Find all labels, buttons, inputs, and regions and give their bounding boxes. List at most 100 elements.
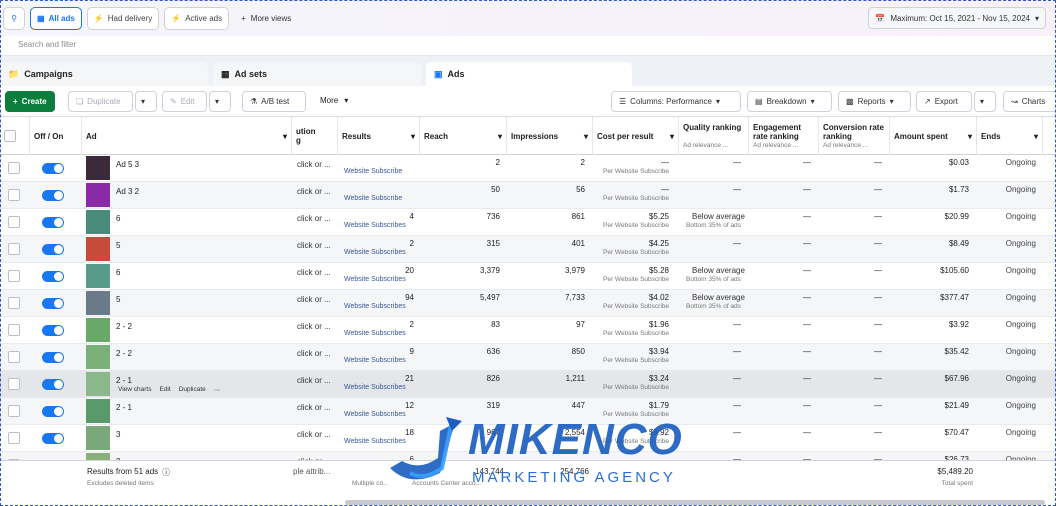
table-row[interactable]: Ad 3 2 click or ... Website Subscribe 50 56 —… xyxy=(0,182,1056,209)
edit-link[interactable]: Edit xyxy=(159,386,170,396)
result-type[interactable]: Website Subscribes xyxy=(340,274,420,288)
col-ends[interactable]: Ends ▾ xyxy=(977,117,1043,155)
ad-thumbnail[interactable] xyxy=(86,345,110,369)
more-views-button[interactable]: + More views xyxy=(241,14,291,23)
edit-dropdown[interactable]: ▾ xyxy=(209,91,231,112)
result-type[interactable]: Website Subscribes xyxy=(340,301,420,315)
ad-name[interactable]: Ad 5 3 xyxy=(112,155,290,182)
delivery-toggle[interactable] xyxy=(42,379,64,390)
ad-name[interactable]: 6 xyxy=(112,263,290,290)
edit-button[interactable]: ✎ Edit xyxy=(162,91,207,112)
col-off-on[interactable]: Off / On xyxy=(30,117,82,155)
delivery-toggle[interactable] xyxy=(42,325,64,336)
result-type[interactable]: Website Subscribes xyxy=(340,355,420,369)
tab-ad-sets[interactable]: ▦ Ad sets xyxy=(213,62,421,86)
ad-thumbnail[interactable] xyxy=(86,318,110,342)
ab-test-button[interactable]: ⚗ A/B test xyxy=(242,91,306,112)
delivery-toggle[interactable] xyxy=(42,217,64,228)
col-quality-ranking[interactable]: Quality ranking Ad relevance ... xyxy=(679,117,749,155)
ad-name[interactable]: Ad 3 2 xyxy=(112,182,290,209)
delivery-toggle[interactable] xyxy=(42,190,64,201)
duplicate-button[interactable]: ❏ Duplicate xyxy=(68,91,133,112)
date-range-picker[interactable]: 📅 Maximum: Oct 15, 2021 - Nov 15, 2024 ▾ xyxy=(868,7,1046,29)
reports-button[interactable]: ▩ Reports ▾ xyxy=(838,91,911,112)
row-checkbox[interactable] xyxy=(8,243,20,255)
info-icon[interactable]: ⓘ xyxy=(162,467,170,478)
row-checkbox[interactable] xyxy=(8,270,20,282)
result-type[interactable]: Website Subscribes xyxy=(340,247,420,261)
row-checkbox[interactable] xyxy=(8,297,20,309)
view-charts-link[interactable]: View charts xyxy=(118,386,151,396)
more-button[interactable]: More ▾ xyxy=(320,96,348,105)
search-input[interactable]: Search and filter xyxy=(0,36,1056,56)
row-checkbox[interactable] xyxy=(8,216,20,228)
ad-thumbnail[interactable] xyxy=(86,237,110,261)
table-row[interactable]: 2 - 1 View charts Edit Duplicate ⋯ click or .… xyxy=(0,371,1056,398)
col-conversion-ranking[interactable]: Conversion rate ranking Ad relevance ... xyxy=(819,117,890,155)
horizontal-scrollbar[interactable] xyxy=(345,500,1045,505)
row-checkbox[interactable] xyxy=(8,405,20,417)
table-row[interactable]: 6 click or ... 4 Website Subscribes 736 861 $5… xyxy=(0,209,1056,236)
ad-thumbnail[interactable] xyxy=(86,291,110,315)
ad-thumbnail[interactable] xyxy=(86,426,110,450)
col-results[interactable]: Results ▾ xyxy=(338,117,420,155)
more-actions-icon[interactable]: ⋯ xyxy=(214,386,221,396)
col-ad[interactable]: Ad ▾ xyxy=(82,117,292,155)
delivery-toggle[interactable] xyxy=(42,271,64,282)
row-checkbox[interactable] xyxy=(8,351,20,363)
create-button[interactable]: + Create xyxy=(5,91,55,112)
ad-thumbnail[interactable] xyxy=(86,210,110,234)
row-checkbox[interactable] xyxy=(8,432,20,444)
col-reach[interactable]: Reach ▾ xyxy=(420,117,507,155)
result-type[interactable]: Website Subscribes xyxy=(340,328,420,342)
filter-all-ads[interactable]: ▦ All ads xyxy=(30,6,82,30)
ad-name[interactable]: 5 xyxy=(112,290,290,317)
row-checkbox[interactable] xyxy=(8,189,20,201)
row-checkbox[interactable] xyxy=(8,324,20,336)
export-button[interactable]: ↗ Export xyxy=(916,91,972,112)
tab-campaigns[interactable]: 📁 Campaigns xyxy=(0,62,208,86)
ad-name[interactable]: 5 xyxy=(112,236,290,263)
columns-button[interactable]: ☰ Columns: Performance ▾ xyxy=(611,91,741,112)
delivery-toggle[interactable] xyxy=(42,163,64,174)
col-attribution[interactable]: ution g xyxy=(292,117,338,155)
result-type[interactable]: Website Subscribes xyxy=(340,220,420,234)
breakdown-button[interactable]: ▤ Breakdown ▾ xyxy=(747,91,832,112)
result-type[interactable]: Website Subscribe xyxy=(340,166,420,180)
col-engagement-ranking[interactable]: Engagement rate ranking Ad relevance ... xyxy=(749,117,819,155)
table-row[interactable]: 5 click or ... 94 Website Subscribes 5,497 7,… xyxy=(0,290,1056,317)
table-row[interactable]: 6 click or ... 20 Website Subscribes 3,379 3,… xyxy=(0,263,1056,290)
delivery-toggle[interactable] xyxy=(42,244,64,255)
result-type[interactable]: Website Subscribes xyxy=(340,382,420,396)
ad-thumbnail[interactable] xyxy=(86,183,110,207)
delivery-toggle[interactable] xyxy=(42,298,64,309)
ad-name[interactable]: 2 - 2 xyxy=(112,317,290,344)
table-row[interactable]: Ad 5 3 click or ... Website Subscribe 2 2 — Pe… xyxy=(0,155,1056,182)
col-cost-per-result[interactable]: Cost per result ▾ xyxy=(593,117,679,155)
search-button[interactable]: ⚲ xyxy=(3,6,25,30)
select-all-checkbox[interactable] xyxy=(4,130,16,142)
ad-thumbnail[interactable] xyxy=(86,372,110,396)
result-type[interactable]: Website Subscribe xyxy=(340,193,420,207)
table-row[interactable]: 2 - 2 click or ... 9 Website Subscribes 636 8… xyxy=(0,344,1056,371)
export-dropdown[interactable]: ▾ xyxy=(974,91,996,112)
table-row[interactable]: 5 click or ... 2 Website Subscribes 315 401 $4… xyxy=(0,236,1056,263)
ad-name[interactable]: 6 xyxy=(112,209,290,236)
tab-ads[interactable]: ▣ Ads xyxy=(426,62,632,86)
ad-name[interactable]: 2 - 1 xyxy=(112,398,290,425)
duplicate-link[interactable]: Duplicate xyxy=(179,386,206,396)
duplicate-dropdown[interactable]: ▾ xyxy=(135,91,157,112)
delivery-toggle[interactable] xyxy=(42,433,64,444)
ad-thumbnail[interactable] xyxy=(86,399,110,423)
filter-active-ads[interactable]: ⚡ Active ads xyxy=(164,6,230,30)
ad-thumbnail[interactable] xyxy=(86,156,110,180)
ad-name[interactable]: 2 - 2 xyxy=(112,344,290,371)
delivery-toggle[interactable] xyxy=(42,352,64,363)
row-checkbox[interactable] xyxy=(8,162,20,174)
table-row[interactable]: 2 - 2 click or ... 2 Website Subscribes 83 97… xyxy=(0,317,1056,344)
charts-button[interactable]: ↝ Charts xyxy=(1003,91,1056,112)
col-impressions[interactable]: Impressions ▾ xyxy=(507,117,593,155)
filter-had-delivery[interactable]: ⚡ Had delivery xyxy=(86,6,160,30)
delivery-toggle[interactable] xyxy=(42,406,64,417)
col-amount-spent[interactable]: Amount spent ▾ xyxy=(890,117,977,155)
